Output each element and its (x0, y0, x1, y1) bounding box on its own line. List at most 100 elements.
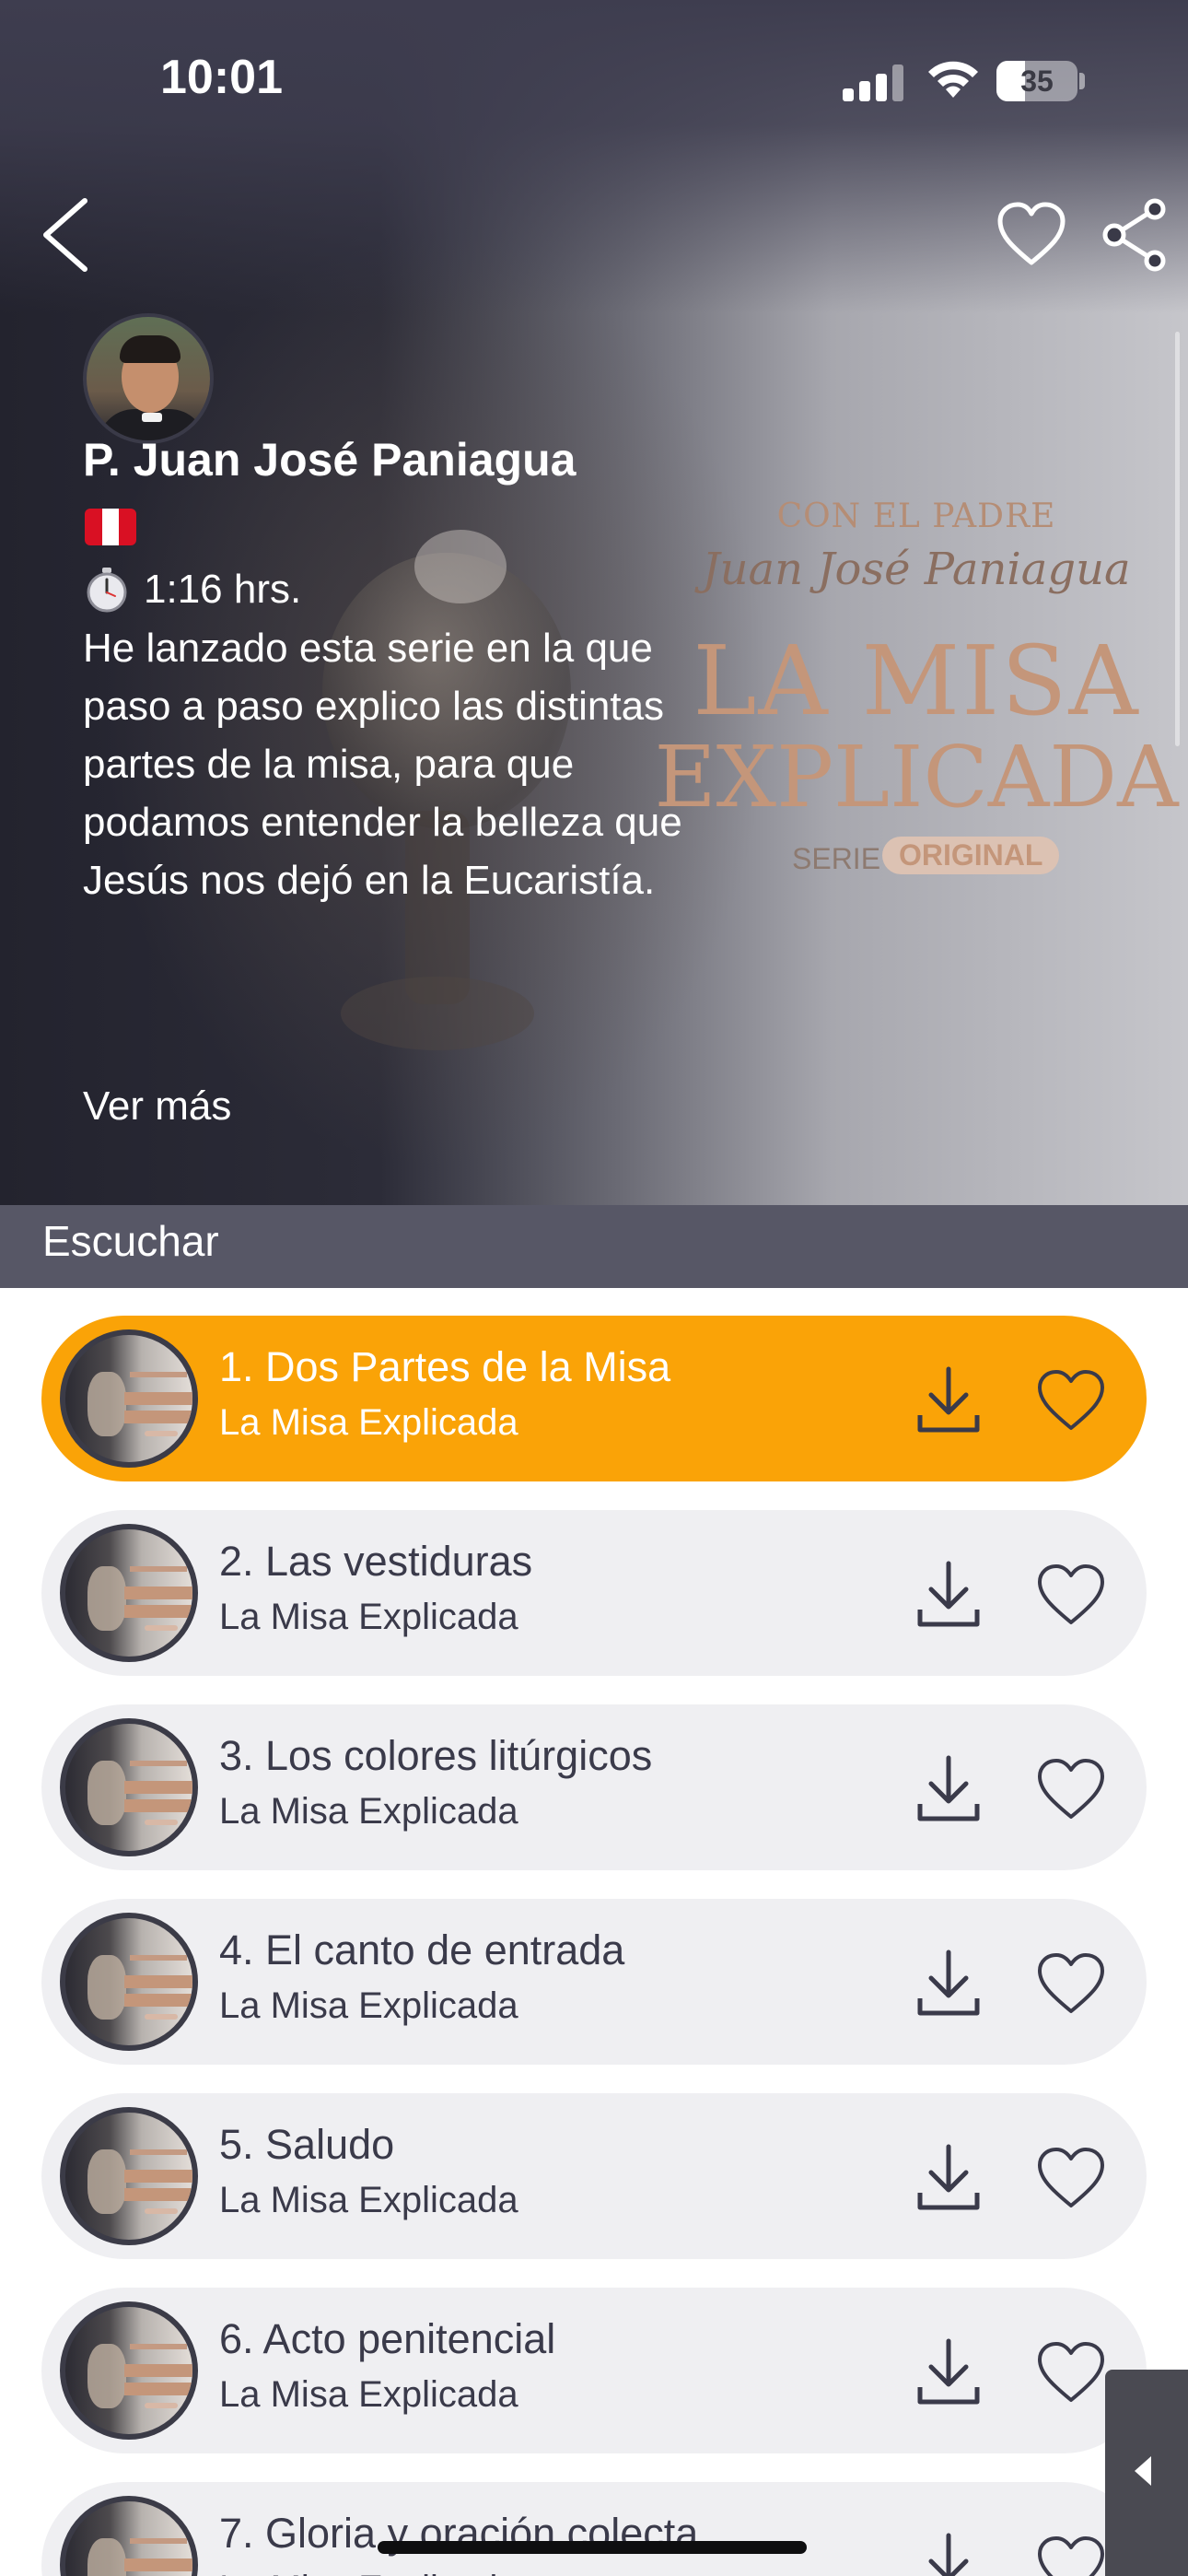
thumb-line (124, 2170, 192, 2183)
thumb-chalice (87, 1566, 126, 1631)
thumb-line (130, 2344, 187, 2349)
heart-outline-icon[interactable] (995, 198, 1068, 272)
episode-row[interactable]: 6. Acto penitencial La Misa Explicada (41, 2288, 1147, 2453)
caret-left-icon (1135, 2456, 1151, 2486)
episode-row[interactable]: 4. El canto de entrada La Misa Explicada (41, 1899, 1147, 2065)
thumb-line (124, 1994, 192, 2007)
thumb-line (130, 2538, 187, 2544)
episode-thumbnail (60, 1718, 198, 1856)
cover-serie-label: SERIE (792, 842, 881, 875)
wifi-icon (928, 61, 978, 98)
thumb-line (130, 1372, 187, 1377)
episode-row[interactable]: 2. Las vestiduras La Misa Explicada (41, 1510, 1147, 1676)
episode-thumbnail (60, 1329, 198, 1468)
heart-outline-icon[interactable] (1034, 2145, 1108, 2211)
thumb-chalice (87, 2149, 126, 2214)
episode-subtitle: La Misa Explicada (219, 1402, 518, 1443)
thumb-chalice (87, 1372, 126, 1436)
episode-title: 1. Dos Partes de la Misa (219, 1343, 671, 1390)
stopwatch-icon (87, 568, 127, 613)
share-icon[interactable] (1098, 198, 1171, 272)
thumb-line (130, 1955, 187, 1961)
thumb-badge (145, 2403, 178, 2408)
episode-subtitle: La Misa Explicada (219, 1985, 518, 2026)
cover-title-line1: LA MISA (693, 625, 1140, 737)
author-name[interactable]: P. Juan José Paniagua (83, 433, 576, 486)
thumb-line (130, 1761, 187, 1766)
episode-thumbnail (60, 2496, 198, 2576)
episode-title: 5. Saludo (219, 2121, 395, 2168)
heart-outline-icon[interactable] (1034, 2534, 1108, 2576)
thumb-line (124, 2383, 192, 2395)
series-hero: CON EL PADRE Juan José Paniagua LA MISA … (0, 0, 1188, 1205)
episode-thumbnail (60, 1524, 198, 1662)
download-icon[interactable] (914, 2141, 983, 2215)
cover-original-badge: ORIGINAL (882, 837, 1060, 874)
thumb-badge (145, 1625, 178, 1631)
episode-row[interactable]: 7. Gloria y oración colectaLa Misa Expli… (41, 2482, 1147, 2576)
episode-title: 3. Los colores litúrgicos (219, 1732, 653, 1779)
download-icon[interactable] (914, 1947, 983, 2020)
thumb-line (124, 1975, 192, 1988)
battery-percentage: 35 (1020, 64, 1054, 98)
status-time: 10:01 (160, 51, 283, 104)
thumb-line (124, 1605, 192, 1618)
episode-row[interactable]: 5. Saludo La Misa Explicada (41, 2093, 1147, 2259)
download-icon[interactable] (914, 1752, 983, 1826)
thumb-line (124, 2188, 192, 2201)
thumb-line (124, 1392, 192, 1405)
host-image (414, 530, 507, 603)
cellular-signal-icon (843, 64, 903, 101)
episode-subtitle: La Misa Explicada (219, 2180, 518, 2220)
download-icon[interactable] (914, 2530, 983, 2576)
thumb-badge (145, 1431, 178, 1436)
side-panel-handle[interactable] (1105, 2370, 1188, 2576)
episode-subtitle: La Misa Explicada (219, 2569, 518, 2576)
chalice-base-image (341, 977, 534, 1050)
section-title: Escuchar (42, 1217, 219, 1265)
episode-title: 4. El canto de entrada (219, 1926, 625, 1973)
duration-row: 1:16 hrs. (83, 564, 301, 615)
download-icon[interactable] (914, 1558, 983, 1632)
heart-outline-icon[interactable] (1034, 1562, 1108, 1628)
download-icon[interactable] (914, 1364, 983, 1437)
avatar-collar (142, 413, 162, 422)
episode-thumbnail (60, 2301, 198, 2440)
thumb-line (130, 2149, 187, 2155)
heart-outline-icon[interactable] (1034, 1367, 1108, 1434)
thumb-line (130, 1566, 187, 1572)
episode-title: 2. Las vestiduras (219, 1538, 533, 1585)
series-duration: 1:16 hrs. (144, 567, 302, 612)
episode-title: 6. Acto penitencial (219, 2315, 556, 2362)
heart-outline-icon[interactable] (1034, 1756, 1108, 1822)
thumb-chalice (87, 2538, 126, 2576)
thumb-badge (145, 2208, 178, 2214)
avatar-hair (120, 335, 181, 363)
download-icon[interactable] (914, 2336, 983, 2409)
cover-title-line2: EXPLICADA (654, 728, 1179, 826)
thumb-line (124, 1411, 192, 1423)
episode-row[interactable]: 1. Dos Partes de la Misa La Misa Explicad… (41, 1316, 1147, 1481)
episode-subtitle: La Misa Explicada (219, 1791, 518, 1832)
series-description: He lanzado esta serie en la que paso a p… (83, 626, 682, 903)
heart-outline-icon[interactable] (1034, 1950, 1108, 2017)
episode-row[interactable]: 3. Los colores litúrgicos La Misa Explica… (41, 1704, 1147, 1870)
author-avatar[interactable] (83, 313, 214, 444)
episode-subtitle: La Misa Explicada (219, 1597, 518, 1637)
heart-outline-icon[interactable] (1034, 2339, 1108, 2406)
back-icon[interactable] (37, 193, 101, 276)
episode-subtitle: La Misa Explicada (219, 2374, 518, 2415)
cover-author: Juan José Paniagua (702, 544, 1131, 595)
peru-flag-icon (85, 509, 136, 545)
cover-subtitle: CON EL PADRE (776, 498, 1056, 535)
scroll-indicator (1175, 332, 1180, 746)
ver-mas-link[interactable]: Ver más (83, 1083, 231, 1130)
thumb-line (124, 2558, 192, 2571)
home-indicator[interactable] (378, 2541, 807, 2554)
thumb-line (124, 1587, 192, 1599)
thumb-chalice (87, 1955, 126, 2020)
battery-nub (1079, 73, 1085, 89)
thumb-line (124, 1799, 192, 1812)
episode-thumbnail (60, 1913, 198, 2051)
thumb-badge (145, 1820, 178, 1825)
